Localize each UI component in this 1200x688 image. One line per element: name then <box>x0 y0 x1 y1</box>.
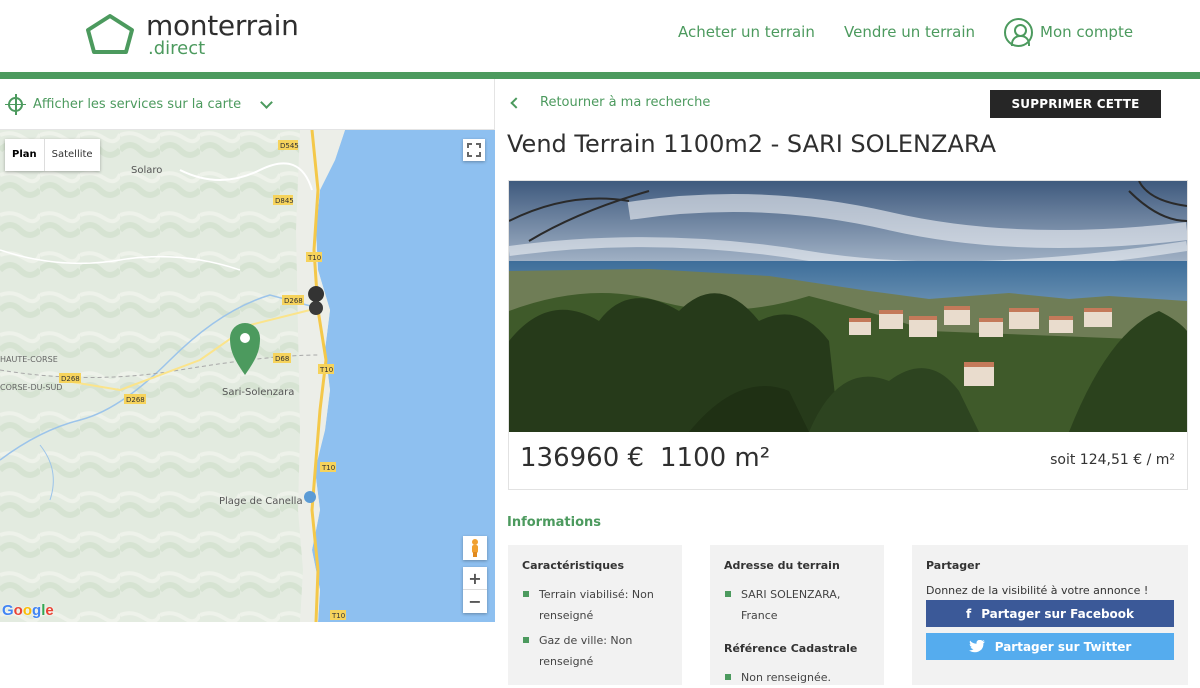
address-value: SARI SOLENZARA, France <box>724 584 870 626</box>
back-link-label: Retourner à ma recherche <box>540 95 711 110</box>
map[interactable]: D545 D845 T10 D268 D68 T10 D268 D268 T10… <box>0 130 495 622</box>
listing-price: 136960 € <box>520 443 645 473</box>
listing-area: 1100 m² <box>660 443 771 473</box>
map-type-satellite[interactable]: Satellite <box>45 139 100 171</box>
pegman-icon <box>472 539 478 557</box>
road-label-t10-2: T10 <box>319 366 333 374</box>
road-label-d268-1: D268 <box>284 297 303 305</box>
characteristic-item: Terrain viabilisé: Non renseigné <box>522 584 668 626</box>
listing-photo[interactable] <box>509 181 1187 432</box>
address-box: Adresse du terrain SARI SOLENZARA, Franc… <box>710 545 884 685</box>
delete-listing-button[interactable]: SUPPRIMER CETTE FICHE <box>990 90 1161 139</box>
house-logo-icon <box>86 14 134 54</box>
facebook-icon: f <box>965 606 972 621</box>
nav-account-label: Mon compte <box>1040 23 1134 41</box>
header-accent-bar <box>0 72 1200 79</box>
twitter-bird-icon <box>968 640 985 653</box>
nav-my-account[interactable]: Mon compte <box>1004 0 1133 64</box>
road-label-d845: D845 <box>275 197 294 205</box>
site-logo[interactable]: monterrain .direct <box>84 12 299 58</box>
characteristics-box: Caractéristiques Terrain viabilisé: Non … <box>508 545 682 685</box>
map-services-toggle[interactable]: Afficher les services sur la carte <box>0 79 495 130</box>
nav-buy-land[interactable]: Acheter un terrain <box>678 0 815 64</box>
map-canvas: D545 D845 T10 D268 D68 T10 D268 D268 T10… <box>0 130 495 622</box>
page-title: Vend Terrain 1100m2 - SARI SOLENZARA <box>507 130 996 158</box>
road-label-d68: D68 <box>275 355 289 363</box>
listing-panel: Retourner à ma recherche SUPPRIMER CETTE… <box>496 79 1200 685</box>
cadastral-title: Référence Cadastrale <box>724 642 858 655</box>
user-circle-icon <box>1004 17 1033 47</box>
region-label-corse-du-sud: CORSE-DU-SUD <box>0 383 62 392</box>
fullscreen-icon <box>467 143 481 157</box>
nav-sell-land[interactable]: Vendre un terrain <box>844 0 975 64</box>
site-header: monterrain .direct Acheter un terrain Ve… <box>0 0 1200 72</box>
street-view-pegman[interactable] <box>463 536 487 560</box>
cadastral-value: Non renseignée. <box>724 667 870 688</box>
share-twitter-button[interactable]: Partager sur Twitter <box>926 633 1174 660</box>
place-label-plage-canella: Plage de Canella <box>219 496 303 507</box>
logo-main-text: monterrain <box>146 9 299 42</box>
place-label-solaro: Solaro <box>131 165 162 176</box>
landscape-photo-image <box>509 181 1187 432</box>
region-label-haute-corse: HAUTE-CORSE <box>0 355 58 364</box>
road-label-t10-4: T10 <box>331 612 345 620</box>
share-title: Partager <box>926 559 981 572</box>
road-label-t10-3: T10 <box>321 464 335 472</box>
map-type-plan[interactable]: Plan <box>5 139 45 171</box>
address-title: Adresse du terrain <box>724 559 840 572</box>
road-label-d545: D545 <box>280 142 299 150</box>
place-label-sari-solenzara: Sari-Solenzara <box>222 387 294 398</box>
road-label-d268-2: D268 <box>61 375 80 383</box>
characteristics-title: Caractéristiques <box>522 559 625 572</box>
chevron-left-icon <box>510 96 522 109</box>
road-label-d268-3: D268 <box>126 396 145 404</box>
share-facebook-label: Partager sur Facebook <box>981 606 1135 621</box>
share-facebook-button[interactable]: f Partager sur Facebook <box>926 600 1174 627</box>
zoom-in-button[interactable]: + <box>463 567 487 590</box>
zoom-control: + − <box>463 567 487 613</box>
fullscreen-button[interactable] <box>463 139 485 161</box>
chevron-down-icon <box>260 95 273 109</box>
map-services-label: Afficher les services sur la carte <box>33 96 242 112</box>
informations-title: Informations <box>507 515 602 530</box>
share-text: Donnez de la visibilité à votre annonce … <box>926 584 1149 597</box>
back-to-search-link[interactable]: Retourner à ma recherche <box>508 95 710 110</box>
share-twitter-label: Partager sur Twitter <box>994 639 1132 654</box>
map-type-control: Plan Satellite <box>5 139 100 171</box>
logo-sub-text: .direct <box>148 38 206 59</box>
road-label-t10-1: T10 <box>307 254 321 262</box>
price-per-m2: soit 124,51 € / m² <box>1050 452 1175 468</box>
share-box: Partager Donnez de la visibilité à votre… <box>912 545 1188 685</box>
characteristic-item: Gaz de ville: Non renseigné <box>522 630 668 672</box>
crosshair-icon <box>5 93 26 115</box>
listing-card: 136960 € 1100 m² soit 124,51 € / m² <box>508 180 1188 490</box>
google-logo[interactable]: Google <box>2 602 54 619</box>
zoom-out-button[interactable]: − <box>463 590 487 613</box>
